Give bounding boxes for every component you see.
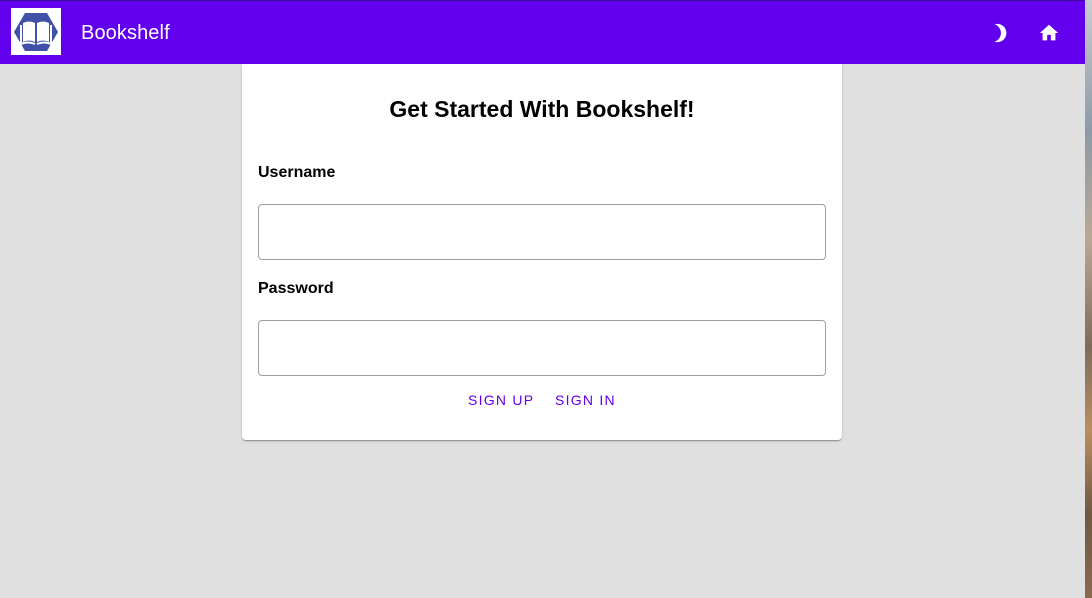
home-button[interactable] — [1029, 13, 1069, 53]
card-title: Get Started With Bookshelf! — [389, 96, 695, 122]
theme-toggle-button[interactable] — [980, 13, 1020, 53]
sign-up-button[interactable]: SIGN UP — [462, 386, 540, 414]
desktop-background-strip — [1085, 0, 1092, 598]
book-hexagon-logo-icon — [14, 12, 58, 51]
password-label: Password — [258, 280, 334, 297]
app-logo — [11, 8, 61, 55]
sign-in-card: Get Started With Bookshelf! Username Pas… — [242, 64, 842, 440]
app-window: Bookshelf Get Started With Bookshelf! Us… — [0, 0, 1085, 598]
password-input[interactable] — [258, 320, 826, 376]
username-label: Username — [258, 164, 336, 181]
app-title: Bookshelf — [81, 22, 170, 44]
app-bar: Bookshelf — [0, 0, 1085, 64]
username-input[interactable] — [258, 204, 826, 260]
moon-icon — [994, 23, 1007, 43]
home-icon — [1039, 24, 1059, 41]
sign-in-button[interactable]: SIGN IN — [549, 386, 622, 414]
